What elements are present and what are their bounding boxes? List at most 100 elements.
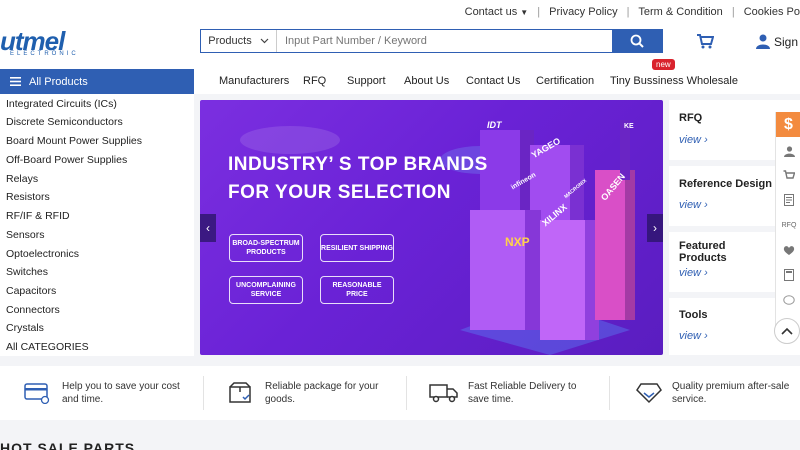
rfq-icon[interactable]: RFQ: [782, 218, 797, 232]
category-item[interactable]: Optoelectronics: [6, 248, 79, 260]
chevron-right-icon: ›: [704, 267, 708, 279]
floating-toolbar: $ RFQ: [775, 112, 800, 332]
cart-button[interactable]: [696, 33, 715, 54]
chevron-up-icon: [781, 327, 793, 335]
category-item[interactable]: Capacitors: [6, 285, 56, 297]
top-links: Contact us ▼ | Privacy Policy | Term & Co…: [465, 6, 800, 18]
all-products-button[interactable]: All Products: [0, 69, 194, 94]
calculator-icon[interactable]: [782, 268, 796, 282]
main-nav: All Products Manufacturers RFQ Support A…: [0, 59, 800, 94]
nav-item-certification[interactable]: Certification: [536, 75, 594, 87]
category-item-all[interactable]: All CATEGORIES: [6, 341, 89, 353]
card-title: RFQ: [679, 112, 703, 124]
nav-item-manufacturers[interactable]: Manufacturers: [219, 75, 289, 87]
nav-item-tiny-business-wholesale[interactable]: Tiny Bussiness Wholesale: [610, 75, 738, 87]
banner-pill: RESILIENT SHIPPING: [320, 234, 394, 262]
brand-nxp: NXP: [505, 235, 530, 249]
category-item[interactable]: Resistors: [6, 191, 50, 203]
category-item[interactable]: Discrete Semiconductors: [6, 116, 123, 128]
header: utmel ELECTRONIC Products Sign: [0, 24, 800, 68]
user-icon[interactable]: [782, 144, 796, 158]
card-title: Reference Design: [679, 178, 772, 190]
category-item[interactable]: Board Mount Power Supplies: [6, 135, 142, 147]
category-item[interactable]: Switches: [6, 266, 48, 278]
cart-icon: [697, 34, 715, 49]
section-heading: HOT SALE PARTS: [0, 440, 136, 450]
utmel-logo[interactable]: utmel ELECTRONIC: [0, 26, 100, 62]
banner-city-illustration: [240, 120, 635, 355]
cart-icon[interactable]: [782, 168, 796, 182]
nav-item-contact-us[interactable]: Contact Us: [466, 75, 520, 87]
card-view-label: view: [679, 134, 702, 146]
category-item[interactable]: RF/IF & RFID: [6, 210, 70, 222]
banner-pill: BROAD-SPECTRUM PRODUCTS: [229, 234, 303, 262]
banner-pill: UNCOMPLAINING SERVICE: [229, 276, 303, 304]
caret-down-icon[interactable]: ▼: [520, 8, 528, 17]
category-item[interactable]: Crystals: [6, 322, 44, 334]
top-links-bar: Contact us ▼ | Privacy Policy | Term & Co…: [0, 0, 800, 24]
category-item[interactable]: Integrated Circuits (ICs): [6, 98, 117, 110]
document-icon[interactable]: [782, 193, 796, 207]
search-button[interactable]: [612, 30, 662, 52]
back-to-top-button[interactable]: [774, 318, 800, 344]
package-icon: [229, 382, 251, 403]
banner-title-line1: INDUSTRY’ S TOP BRANDS: [228, 154, 488, 175]
category-item[interactable]: Connectors: [6, 304, 60, 316]
logo-subtitle: ELECTRONIC: [10, 51, 79, 57]
terms-link[interactable]: Term & Condition: [638, 6, 722, 18]
privacy-policy-link[interactable]: Privacy Policy: [549, 6, 617, 18]
card-title: Tools: [679, 309, 708, 321]
cookies-policy-link[interactable]: Cookies Po: [744, 6, 800, 18]
menu-icon: [10, 77, 21, 86]
feature-text: Reliable package for your goods.: [265, 381, 379, 405]
features-strip: Help you to save your cost and time. Rel…: [0, 366, 800, 420]
card-view-link[interactable]: view ›: [679, 199, 708, 211]
banner-next-button[interactable]: ›: [647, 214, 663, 242]
brand-ke: KE: [624, 123, 634, 130]
nav-item-about-us[interactable]: About Us: [404, 75, 449, 87]
chevron-right-icon: ›: [704, 134, 708, 146]
feature-item: Help you to save your cost and time.: [0, 366, 200, 420]
chevron-right-icon: ›: [704, 330, 708, 342]
feature-text: Help you to save your cost and time.: [62, 381, 180, 405]
sign-in-label: Sign: [774, 34, 799, 49]
card-title: Featured Products: [679, 240, 727, 264]
category-sidebar: Integrated Circuits (ICs) Discrete Semic…: [0, 94, 194, 356]
search-category-label: Products: [208, 35, 252, 47]
card-view-link[interactable]: view ›: [679, 267, 708, 279]
chevron-right-icon: ›: [704, 199, 708, 211]
dollar-icon[interactable]: $: [776, 112, 800, 137]
separator: |: [537, 6, 541, 18]
new-badge: new: [652, 59, 675, 70]
nav-item-rfq[interactable]: RFQ: [303, 75, 326, 87]
chevron-right-icon: ›: [653, 221, 657, 235]
category-item[interactable]: Relays: [6, 173, 38, 185]
heart-icon[interactable]: [782, 243, 796, 257]
chevron-down-icon: [260, 38, 269, 44]
separator: |: [731, 6, 735, 18]
feature-item: Quality premium after-sale service.: [610, 366, 800, 420]
feature-item: Reliable package for your goods.: [204, 366, 404, 420]
contact-us-link[interactable]: Contact us: [465, 6, 518, 18]
card-view-link[interactable]: view ›: [679, 134, 708, 146]
nav-item-support[interactable]: Support: [347, 75, 386, 87]
diamond-icon: [636, 383, 662, 404]
category-item[interactable]: Sensors: [6, 229, 45, 241]
separator: |: [626, 6, 630, 18]
chat-icon[interactable]: [782, 293, 796, 307]
search-category-select[interactable]: Products: [201, 30, 277, 52]
credit-card-icon: [24, 383, 50, 404]
sign-in-button[interactable]: Sign: [756, 34, 798, 49]
feature-text: Fast Reliable Delivery to save time.: [468, 381, 577, 405]
banner-prev-button[interactable]: ‹: [200, 214, 216, 242]
card-view-link[interactable]: view ›: [679, 330, 708, 342]
page: Contact us ▼ | Privacy Policy | Term & Co…: [0, 0, 800, 450]
search-input[interactable]: [277, 30, 612, 52]
hero-banner[interactable]: IDT YAGEO XILINX OASEN NXP infineon MACR…: [200, 100, 663, 355]
card-view-label: view: [679, 199, 702, 211]
feature-item: Fast Reliable Delivery to save time.: [407, 366, 607, 420]
feature-text: Quality premium after-sale service.: [672, 381, 790, 405]
category-item[interactable]: Off-Board Power Supplies: [6, 154, 127, 166]
brand-idt: IDT: [487, 120, 502, 130]
chevron-left-icon: ‹: [206, 221, 210, 235]
